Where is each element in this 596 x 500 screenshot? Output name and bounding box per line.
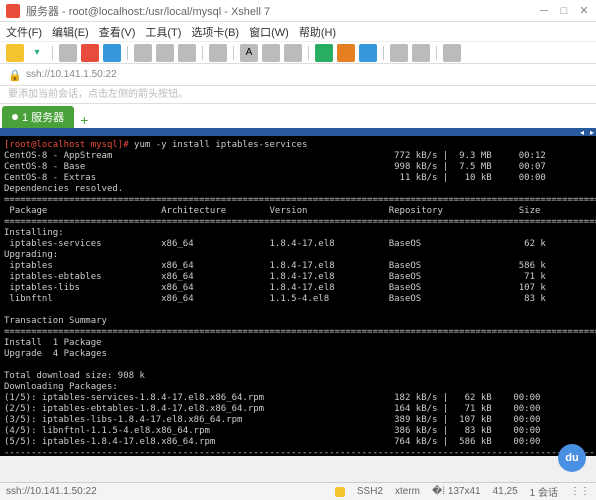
layout-icon[interactable] bbox=[390, 44, 408, 62]
tile-icon[interactable] bbox=[412, 44, 430, 62]
disconnect-icon[interactable] bbox=[81, 44, 99, 62]
window-title: 服务器 - root@localhost:/usr/local/mysql - … bbox=[26, 3, 538, 19]
toolbar: ▾ A bbox=[0, 42, 596, 64]
float-button[interactable]: du bbox=[558, 444, 586, 472]
nav-left-icon[interactable]: ◂ bbox=[580, 128, 584, 137]
reconnect-icon[interactable] bbox=[103, 44, 121, 62]
menu-edit[interactable]: 编辑(E) bbox=[52, 24, 89, 40]
address-bar: 🔒 ssh://10.141.1.50:22 bbox=[0, 64, 596, 86]
script-icon[interactable] bbox=[315, 44, 333, 62]
tab-label: 1 服务器 bbox=[22, 109, 64, 125]
status-sess: 1 会话 bbox=[530, 484, 558, 499]
copy2-icon[interactable] bbox=[156, 44, 174, 62]
help-icon[interactable] bbox=[443, 44, 461, 62]
terminal[interactable]: [root@localhost mysql]# yum -y install i… bbox=[0, 136, 596, 456]
menu-tools[interactable]: 工具(T) bbox=[145, 24, 181, 40]
font-icon[interactable]: A bbox=[240, 44, 258, 62]
nav-strip: ◂ ▸ bbox=[0, 128, 596, 136]
zoom-icon[interactable] bbox=[284, 44, 302, 62]
app-icon bbox=[6, 4, 20, 18]
menu-tab[interactable]: 选项卡(B) bbox=[191, 24, 239, 40]
status-dot-icon bbox=[12, 114, 18, 120]
grip-icon: ⋮⋮ bbox=[570, 486, 590, 497]
status-bar: ssh://10.141.1.50:22 SSH2 xterm �⁞ 137x4… bbox=[0, 482, 596, 500]
find-icon[interactable] bbox=[209, 44, 227, 62]
menu-file[interactable]: 文件(F) bbox=[6, 24, 42, 40]
lock-icon: 🔒 bbox=[8, 69, 20, 81]
address-text[interactable]: ssh://10.141.1.50:22 bbox=[26, 69, 117, 80]
session-tab[interactable]: 1 服务器 bbox=[2, 106, 74, 128]
sftp-icon[interactable] bbox=[359, 44, 377, 62]
status-ssh: SSH2 bbox=[357, 486, 383, 497]
status-size: �⁞ 137x41 bbox=[432, 486, 481, 497]
close-button[interactable]: ✕ bbox=[578, 5, 590, 17]
new-icon[interactable]: ▾ bbox=[28, 44, 46, 62]
props-icon[interactable] bbox=[134, 44, 152, 62]
new-tab-button[interactable]: + bbox=[74, 112, 94, 128]
status-pos: 41,25 bbox=[493, 486, 518, 497]
minimize-button[interactable]: ─ bbox=[538, 5, 550, 17]
open-icon[interactable] bbox=[6, 44, 24, 62]
status-conn: ssh://10.141.1.50:22 bbox=[6, 486, 97, 497]
hint-bar: 要添加当前会话，点击左侧的箭头按钮。 bbox=[0, 86, 596, 104]
menu-bar: 文件(F) 编辑(E) 查看(V) 工具(T) 选项卡(B) 窗口(W) 帮助(… bbox=[0, 22, 596, 42]
color-icon[interactable] bbox=[262, 44, 280, 62]
title-bar: 服务器 - root@localhost:/usr/local/mysql - … bbox=[0, 0, 596, 22]
menu-window[interactable]: 窗口(W) bbox=[249, 24, 289, 40]
nav-right-icon[interactable]: ▸ bbox=[590, 128, 594, 137]
session-tabs: 1 服务器 + bbox=[0, 104, 596, 128]
status-term: xterm bbox=[395, 486, 420, 497]
paste-icon[interactable] bbox=[178, 44, 196, 62]
copy-icon[interactable] bbox=[59, 44, 77, 62]
maximize-button[interactable]: □ bbox=[558, 5, 570, 17]
transfer-icon[interactable] bbox=[337, 44, 355, 62]
menu-view[interactable]: 查看(V) bbox=[99, 24, 136, 40]
menu-help[interactable]: 帮助(H) bbox=[299, 24, 336, 40]
ssh-icon bbox=[335, 487, 345, 497]
